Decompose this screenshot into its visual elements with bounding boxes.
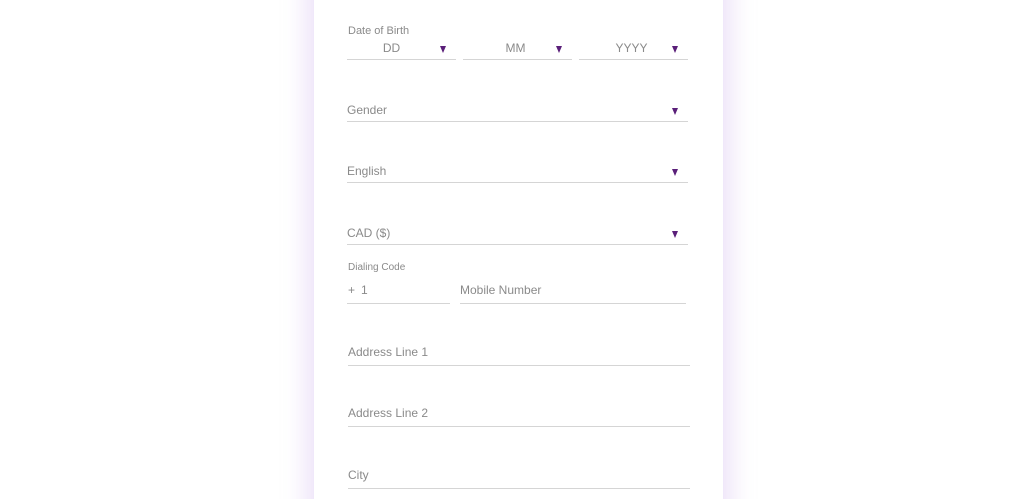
dob-month-select[interactable]: MM	[463, 34, 572, 60]
dialing-code-input[interactable]: + 1	[347, 277, 450, 304]
address-line-2-placeholder: Address Line 2	[348, 406, 429, 420]
city-placeholder: City	[348, 468, 369, 482]
gender-placeholder: Gender	[347, 103, 388, 117]
caret-down-icon	[672, 231, 678, 238]
mobile-number-placeholder: Mobile Number	[460, 283, 542, 297]
currency-select[interactable]: CAD ($)	[347, 219, 688, 245]
address-line-1-input[interactable]: Address Line 1	[348, 339, 690, 366]
caret-down-icon	[672, 108, 678, 115]
dob-day-select[interactable]: DD	[347, 34, 456, 60]
plus-sign: +	[348, 283, 356, 297]
language-value: English	[347, 164, 387, 178]
address-line-1-placeholder: Address Line 1	[348, 345, 429, 359]
dob-year-placeholder: YYYY	[615, 41, 648, 55]
caret-down-icon	[556, 46, 562, 53]
dob-year-select[interactable]: YYYY	[579, 34, 688, 60]
currency-value: CAD ($)	[347, 226, 391, 240]
address-line-2-input[interactable]: Address Line 2	[348, 400, 690, 427]
caret-down-icon	[672, 46, 678, 53]
caret-down-icon	[672, 169, 678, 176]
mobile-number-input[interactable]: Mobile Number	[460, 277, 686, 304]
page-background: Date of Birth DD MM YYYY Gender English …	[0, 0, 1031, 499]
city-input[interactable]: City	[348, 462, 690, 489]
dialing-code-value: 1	[361, 283, 368, 297]
gender-select[interactable]: Gender	[347, 96, 688, 122]
language-select[interactable]: English	[347, 157, 688, 183]
dob-month-placeholder: MM	[505, 41, 526, 55]
dialing-code-label: Dialing Code	[348, 262, 406, 273]
caret-down-icon	[440, 46, 446, 53]
dob-day-placeholder: DD	[382, 41, 401, 55]
